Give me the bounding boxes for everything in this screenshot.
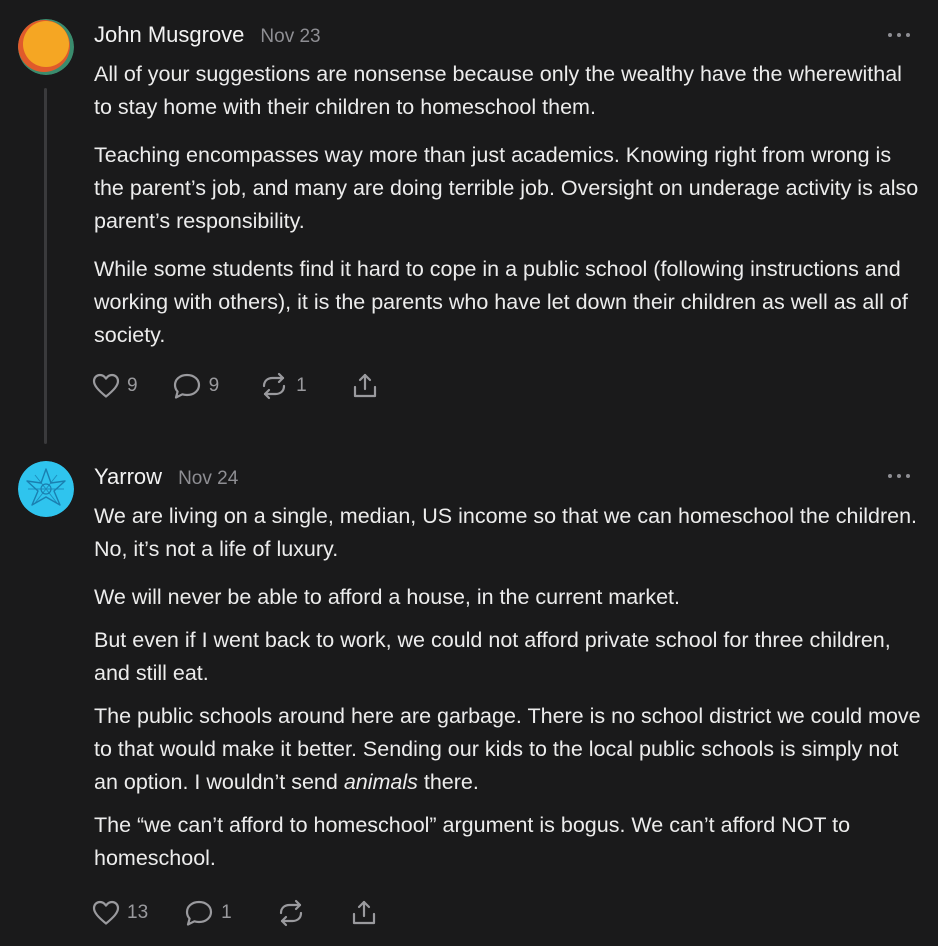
- like-button[interactable]: 13: [92, 900, 148, 926]
- comment-bubble-icon: [186, 900, 213, 926]
- avatar-image: [18, 461, 74, 517]
- more-dots-icon: [888, 474, 892, 478]
- author-name[interactable]: Yarrow: [94, 464, 162, 490]
- avatar[interactable]: [18, 461, 74, 517]
- reply-button[interactable]: 9: [172, 372, 220, 400]
- comment-paragraph: We are living on a single, median, US in…: [94, 504, 918, 561]
- comment-header: Yarrow Nov 24: [94, 464, 238, 490]
- like-button[interactable]: 9: [92, 373, 138, 399]
- comment-actions: 13 1: [92, 898, 378, 928]
- comment-paragraph: The “we can’t afford to homeschool” argu…: [94, 813, 851, 870]
- share-icon: [352, 900, 375, 925]
- share-icon: [353, 373, 376, 398]
- comment-date[interactable]: Nov 23: [260, 26, 320, 48]
- share-button[interactable]: [350, 899, 378, 927]
- reply-count: 9: [208, 375, 220, 396]
- avatar[interactable]: [18, 19, 74, 75]
- comment-paragraph: All of your suggestions are nonsense bec…: [94, 62, 902, 119]
- paragraph-text: there.: [417, 770, 479, 794]
- more-options-button[interactable]: [888, 472, 910, 480]
- comment-body: All of your suggestions are nonsense bec…: [94, 58, 924, 367]
- like-count: 13: [127, 902, 149, 923]
- like-count: 9: [127, 375, 138, 396]
- restack-arrows-icon: [263, 372, 286, 400]
- comment-bubble-icon: [173, 373, 200, 399]
- share-button[interactable]: [351, 372, 379, 400]
- emphasis-text: animals: [343, 770, 418, 794]
- comment-paragraph: While some students find it hard to cope…: [94, 257, 908, 347]
- comment-body: We are living on a single, median, US in…: [94, 500, 924, 890]
- restack-button[interactable]: [276, 899, 306, 927]
- comment-header: John Musgrove Nov 23: [94, 22, 321, 48]
- reply-button[interactable]: 1: [184, 899, 232, 927]
- avatar-image: [18, 19, 74, 75]
- comment-paragraph: We will never be able to afford a house,…: [94, 585, 680, 609]
- restack-button[interactable]: 1: [259, 372, 307, 400]
- comment-date[interactable]: Nov 24: [178, 468, 238, 490]
- thread-line: [44, 88, 47, 444]
- comment-paragraph: The public schools around here are garba…: [94, 700, 924, 799]
- paragraph-text: The public schools around here are garba…: [94, 704, 921, 794]
- heart-icon: [92, 373, 120, 398]
- reply-count: 1: [221, 902, 232, 923]
- heart-icon: [92, 900, 120, 925]
- comment-paragraph: Teaching encompasses way more than just …: [94, 143, 919, 233]
- restack-arrows-icon: [279, 899, 302, 927]
- comment-actions: 9 9 1: [92, 371, 379, 401]
- comment-paragraph: But even if I went back to work, we coul…: [94, 628, 891, 685]
- more-dots-icon: [888, 33, 892, 37]
- author-name[interactable]: John Musgrove: [94, 22, 244, 48]
- restack-count: 1: [296, 375, 307, 396]
- more-options-button[interactable]: [888, 31, 910, 39]
